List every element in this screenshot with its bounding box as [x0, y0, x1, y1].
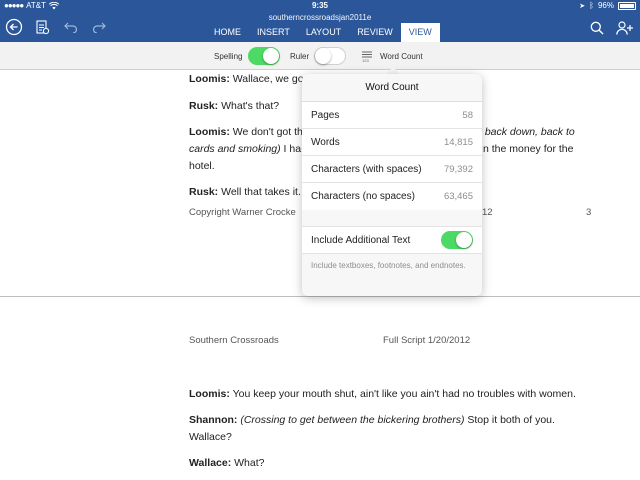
- add-person-icon: [615, 21, 633, 35]
- tab-review[interactable]: REVIEW: [349, 23, 401, 42]
- ribbon-tabs: HOME INSERT LAYOUT REVIEW VIEW: [206, 23, 440, 42]
- file-icon: [36, 20, 50, 35]
- svg-text:123: 123: [362, 58, 369, 63]
- battery-icon: [618, 1, 636, 10]
- page-footer-copyright: Copyright Warner Crocke: [189, 207, 296, 218]
- battery-percent: 96%: [597, 1, 614, 10]
- search-button[interactable]: [588, 19, 606, 37]
- script-line: Shannon: (Crossing to get between the bi…: [189, 414, 555, 426]
- tab-home[interactable]: HOME: [206, 23, 249, 42]
- stat-row-characters-no-spaces: Characters (no spaces) 63,465: [311, 191, 473, 202]
- word-count-label: Word Count: [380, 52, 423, 61]
- section-gap: [302, 210, 482, 226]
- undo-button[interactable]: [62, 17, 80, 37]
- ribbon-header: ●●●●● AT&T 9:35 ➤ ᛒ 96% southerncrossroa…: [0, 0, 640, 42]
- tab-view[interactable]: VIEW: [400, 23, 440, 42]
- ruler-toggle[interactable]: [314, 47, 346, 65]
- page-header-date: Full Script 1/20/2012: [383, 335, 471, 346]
- include-additional-text-label: Include Additional Text: [311, 234, 411, 246]
- ruler-label: Ruler: [290, 52, 310, 61]
- toggle-knob: [263, 48, 279, 64]
- back-arrow-icon: [5, 18, 23, 36]
- stat-row-characters-with-spaces: Characters (with spaces) 79,392: [302, 156, 482, 183]
- redo-icon: [92, 22, 106, 33]
- share-button[interactable]: [614, 19, 634, 37]
- clock: 9:35: [311, 1, 328, 10]
- stat-row-words: Words 14,815: [302, 129, 482, 156]
- word-count-list: Pages 58 Words 14,815 Characters (with spa…: [302, 102, 482, 210]
- script-line: Loomis: You keep your mouth shut, ain't …: [189, 388, 576, 400]
- stat-row-pages: Pages 58: [302, 102, 482, 129]
- script-line: Wallace: What?: [189, 457, 265, 469]
- toggle-knob: [315, 48, 331, 64]
- word-count-button[interactable]: 123 Word Count: [360, 48, 434, 64]
- script-line: Wallace?: [189, 431, 232, 443]
- page-header-title: Southern Crossroads: [189, 335, 279, 346]
- redo-button[interactable]: [90, 17, 108, 37]
- location-icon: ➤: [579, 2, 586, 10]
- back-button[interactable]: [4, 17, 24, 37]
- undo-icon: [64, 22, 78, 33]
- tab-layout[interactable]: LAYOUT: [298, 23, 349, 42]
- search-icon: [590, 21, 604, 35]
- include-note: Include textboxes, footnotes, and endnot…: [311, 261, 466, 270]
- status-bar: ●●●●● AT&T 9:35 ➤ ᛒ 96%: [0, 0, 640, 12]
- file-button[interactable]: [32, 17, 52, 37]
- toggle-knob: [456, 232, 472, 248]
- include-additional-text-toggle[interactable]: [441, 231, 473, 249]
- document-page[interactable]: Southern Crossroads Full Script 1/20/201…: [0, 297, 640, 480]
- spelling-toggle[interactable]: [248, 47, 280, 65]
- tab-insert[interactable]: INSERT: [249, 23, 298, 42]
- page-number: 3: [586, 207, 592, 218]
- include-additional-text-row: Include Additional Text: [302, 226, 482, 254]
- popover-title: Word Count: [302, 74, 482, 102]
- page-footer-date: 12: [482, 207, 493, 218]
- word-count-icon: 123: [362, 51, 372, 63]
- view-toolbar: Spelling Ruler 123 Word Count: [0, 42, 640, 70]
- bluetooth-icon: ᛒ: [589, 1, 594, 10]
- word-count-popover: Word Count Pages 58 Words 14,815 Character…: [302, 74, 482, 296]
- spelling-label: Spelling: [214, 52, 243, 61]
